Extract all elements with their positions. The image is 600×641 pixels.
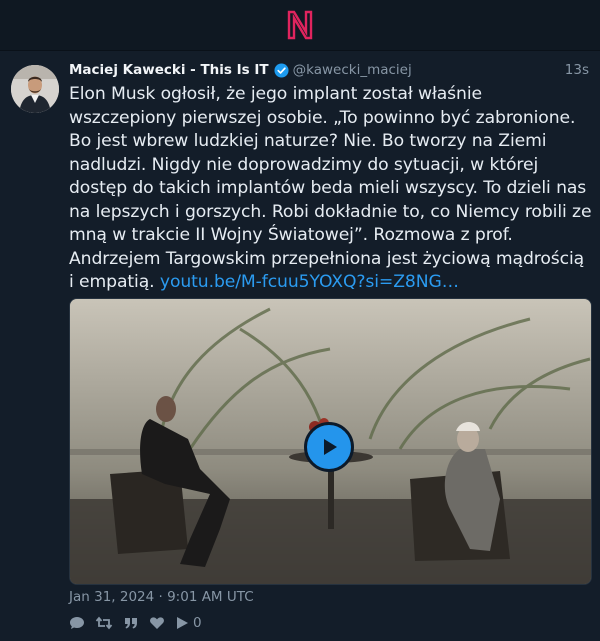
author-handle[interactable]: @kawecki_maciej bbox=[293, 62, 412, 78]
views-button[interactable]: 0 bbox=[175, 615, 202, 631]
tweet-link[interactable]: youtu.be/M-fcuu5YOXQ?si=Z8NG… bbox=[160, 272, 459, 292]
tweet-actions: 0 bbox=[69, 614, 202, 632]
avatar-image bbox=[11, 65, 59, 113]
like-button[interactable] bbox=[149, 616, 165, 630]
like-icon bbox=[150, 617, 164, 629]
tweet-date[interactable]: Jan 31, 2024 · 9:01 AM UTC bbox=[69, 589, 254, 605]
retweet-icon bbox=[95, 616, 113, 630]
verified-icon bbox=[274, 62, 289, 78]
tweet-header: Maciej Kawecki - This Is IT @kawecki_mac… bbox=[69, 60, 589, 80]
top-bar bbox=[0, 0, 600, 51]
tweet-body: Elon Musk ogłosił, że jego implant zosta… bbox=[69, 84, 592, 292]
tweet-text: Elon Musk ogłosił, że jego implant zosta… bbox=[69, 83, 594, 295]
quote-icon bbox=[125, 618, 137, 629]
comment-icon bbox=[70, 617, 84, 629]
reply-button[interactable] bbox=[69, 616, 85, 630]
views-count: 0 bbox=[193, 615, 202, 631]
avatar[interactable] bbox=[11, 65, 59, 113]
quote-button[interactable] bbox=[123, 616, 139, 630]
author-name[interactable]: Maciej Kawecki - This Is IT bbox=[69, 62, 269, 78]
play-button[interactable] bbox=[304, 422, 354, 472]
retweet-button[interactable] bbox=[95, 616, 113, 630]
nitter-logo[interactable] bbox=[285, 9, 315, 41]
play-icon bbox=[324, 439, 337, 455]
views-play-icon bbox=[177, 617, 188, 629]
tweet-time[interactable]: 13s bbox=[565, 62, 589, 78]
